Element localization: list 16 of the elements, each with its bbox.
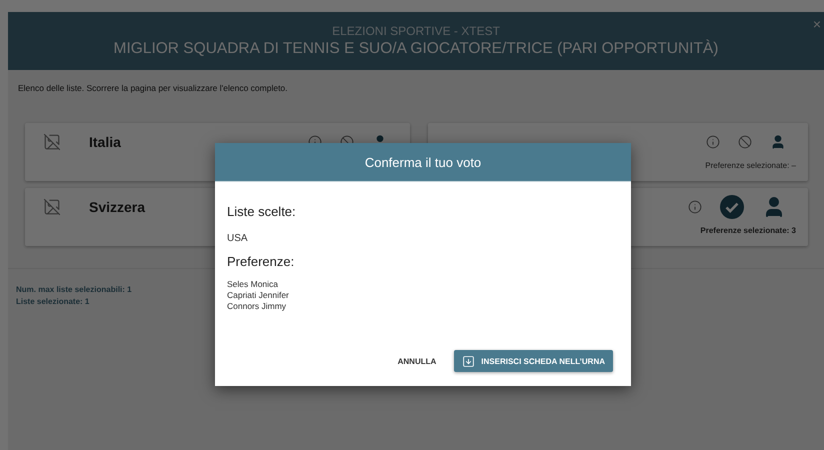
list-name: Italia <box>89 134 121 150</box>
instructions-text: Elenco delle liste. Scorrere la pagina per visualizzare l'elenco completo. <box>17 82 289 95</box>
preference-name: Connors Jimmy <box>227 301 288 311</box>
section-heading: Preferenze: <box>227 254 296 269</box>
preference-name: Capriati Jennifer <box>227 290 290 300</box>
section-heading: Liste scelte: <box>227 204 297 219</box>
preferences-count: Preferenze selezionate: – <box>705 161 796 170</box>
summary-text: Num. max liste selezionabili: 1 <box>16 285 133 294</box>
preferences-count: Preferenze selezionate: 3 <box>700 226 796 235</box>
list-name: Svizzera <box>89 199 146 215</box>
election-subtitle: ELEZIONI SPORTIVE - XTEST <box>332 24 500 38</box>
preference-name: Seles Monica <box>227 279 280 289</box>
summary-text: Liste selezionate: 1 <box>16 297 90 306</box>
chosen-list: USA <box>227 233 619 244</box>
dialog-title: Conferma il tuo voto <box>215 143 631 182</box>
ballot-title: MIGLIOR SQUADRA DI TENNIS E SUO/A GIOCATORE/TRICE (PARI OPPORTUNITÀ) <box>114 40 718 58</box>
